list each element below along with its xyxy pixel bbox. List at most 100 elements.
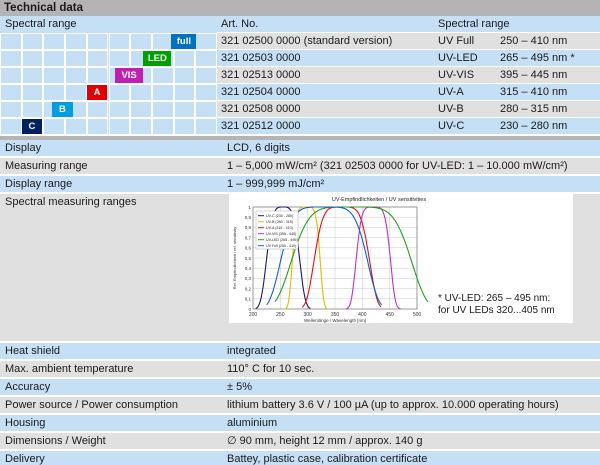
legend-entry: UV-VIS (395 - 445) bbox=[266, 232, 296, 236]
legend-entry: UV-B (280 - 315) bbox=[266, 220, 293, 224]
y-tick-label: 0,5 bbox=[245, 256, 252, 261]
grid-cell bbox=[108, 33, 131, 50]
x-tick-label: 250 bbox=[276, 312, 285, 318]
sensor-name: UV-C bbox=[438, 120, 465, 132]
spec-value: 1 – 5,000 mW/cm² (321 02503 0000 for UV-… bbox=[227, 160, 568, 172]
legend-entry: UV-A (315 - 410) bbox=[266, 226, 293, 230]
article-row: 321 02513 0000 UV-VIS 395 – 445 nm bbox=[217, 67, 600, 84]
grid-cell bbox=[43, 118, 66, 135]
spec-row: Display LCD, 6 digits bbox=[0, 140, 600, 157]
spec-label: Spectral measuring ranges bbox=[5, 196, 137, 208]
grid-cell bbox=[65, 33, 87, 50]
sensor-name: UV Full bbox=[438, 35, 475, 47]
y-tick-label: 0,8 bbox=[245, 225, 252, 230]
grid-cell bbox=[86, 50, 109, 67]
spec-label: Heat shield bbox=[5, 345, 61, 357]
grid-cell bbox=[195, 50, 217, 67]
grid-cell bbox=[108, 101, 131, 118]
spec-value: ± 5% bbox=[227, 381, 252, 393]
grid-cell bbox=[195, 67, 217, 84]
legend-entry: UV-LED (265 - 495) bbox=[266, 238, 298, 242]
grid-cell bbox=[21, 67, 44, 84]
grid-cell bbox=[195, 118, 217, 135]
grid-cell bbox=[108, 84, 131, 101]
grid-cell bbox=[86, 118, 109, 135]
y-tick-label: 0,3 bbox=[245, 276, 252, 281]
grid-cell bbox=[173, 101, 196, 118]
spec-row: Delivery Battey, plastic case, calibratio… bbox=[0, 451, 600, 465]
sensor-name: UV-LED bbox=[438, 52, 478, 64]
y-tick-label: 0,4 bbox=[245, 266, 252, 271]
grid-cell bbox=[195, 101, 217, 118]
y-tick-label: 1 bbox=[248, 205, 251, 210]
y-tick-label: 0,2 bbox=[245, 286, 252, 291]
wavelength-range: 230 – 280 nm bbox=[500, 120, 568, 132]
spectral-range-cell: UV Full 250 – 410 nm bbox=[434, 33, 600, 49]
grid-cell bbox=[65, 67, 87, 84]
spec-label: Housing bbox=[5, 417, 46, 429]
grid-cell bbox=[0, 33, 22, 50]
grid-cell bbox=[0, 84, 22, 101]
grid-cell bbox=[130, 33, 152, 50]
grid-cell bbox=[21, 84, 44, 101]
spec-label: Power source / Power consumption bbox=[5, 399, 179, 411]
spec-value: integrated bbox=[227, 345, 276, 357]
spec-row: Housing aluminium bbox=[0, 415, 600, 432]
badge-led: LED bbox=[143, 51, 172, 66]
y-tick-label: 0,9 bbox=[245, 215, 252, 220]
grid-cell bbox=[65, 118, 87, 135]
grid-cell bbox=[43, 50, 66, 67]
spec-label: Dimensions / Weight bbox=[5, 435, 106, 447]
grid-cell bbox=[0, 118, 22, 135]
grid-cell bbox=[130, 118, 152, 135]
sensor-name: UV-A bbox=[438, 86, 464, 98]
uv-led-note: * UV-LED: 265 – 495 nm: for UV LEDs 320.… bbox=[438, 293, 555, 317]
sensitivity-curve bbox=[301, 206, 382, 308]
art-no: 321 02500 0000 (standard version) bbox=[221, 35, 393, 47]
grid-cell bbox=[108, 50, 131, 67]
grid-cell bbox=[173, 118, 196, 135]
spec-label: Accuracy bbox=[5, 381, 51, 393]
spectral-range-header: Spectral range bbox=[0, 16, 217, 33]
art-no: 321 02512 0000 bbox=[221, 120, 301, 132]
spectral-range-cell: UV-C 230 – 280 nm bbox=[434, 118, 600, 134]
grid-cell bbox=[151, 84, 174, 101]
spec-label: Measuring range bbox=[5, 160, 88, 172]
badge-uv-c: C bbox=[21, 119, 43, 134]
spec-value: 110° C for 10 sec. bbox=[227, 363, 315, 375]
spectral-range-cell: UV-B 280 – 315 nm bbox=[434, 101, 600, 117]
spectral-range-cell: UV-LED 265 – 495 nm * bbox=[434, 50, 600, 66]
x-axis-label: Wellenlänge / Wavelength [nm] bbox=[304, 318, 366, 323]
grid-cell bbox=[173, 84, 196, 101]
spec-value: lithium battery 3.6 V / 100 µA (up to ap… bbox=[227, 399, 559, 411]
grid-cell bbox=[130, 84, 152, 101]
spectral-range-matrix: Spectral range full LED VIS A B C bbox=[0, 16, 217, 135]
grid-cell bbox=[173, 67, 196, 84]
spec-value: ∅ 90 mm, height 12 mm / approx. 140 g bbox=[227, 435, 423, 447]
x-tick-label: 500 bbox=[413, 312, 422, 318]
spec-row: Power source / Power consumption lithium … bbox=[0, 397, 600, 414]
uv-led-note-line1: * UV-LED: 265 – 495 nm: bbox=[438, 293, 551, 304]
wavelength-range: 250 – 410 nm bbox=[500, 35, 568, 47]
technical-data-sheet: Technical data Spectral range full LED VIS… bbox=[0, 0, 600, 465]
badge-vis: VIS bbox=[115, 68, 144, 83]
wavelength-range: 280 – 315 nm bbox=[500, 103, 568, 115]
sensor-name: UV-VIS bbox=[438, 69, 475, 81]
spec-value: 1 – 999,999 mJ/cm² bbox=[227, 178, 325, 190]
badge-uv-b: B bbox=[52, 102, 73, 117]
article-table: Art. No. Spectral range 321 02500 0000 (… bbox=[217, 16, 600, 135]
uv-led-note-line2: for UV LEDs 320...405 nm bbox=[438, 305, 555, 316]
grid-cell bbox=[151, 101, 174, 118]
grid-cell bbox=[195, 84, 217, 101]
wavelength-range: 315 – 410 nm bbox=[500, 86, 568, 98]
badge-uv-a: A bbox=[86, 85, 108, 100]
spec-row: Heat shield integrated bbox=[0, 343, 600, 360]
grid-cell bbox=[86, 101, 109, 118]
grid-cell bbox=[86, 33, 109, 50]
legend-entry: UV-C (230 - 280) bbox=[266, 214, 293, 218]
y-tick-label: 0,7 bbox=[245, 235, 252, 240]
x-tick-label: 200 bbox=[249, 312, 258, 318]
grid-cell bbox=[151, 67, 174, 84]
spec-value: LCD, 6 digits bbox=[227, 142, 290, 154]
y-axis-label: Rel. Empfindlichkeit / rel. sensitivity bbox=[232, 227, 237, 289]
